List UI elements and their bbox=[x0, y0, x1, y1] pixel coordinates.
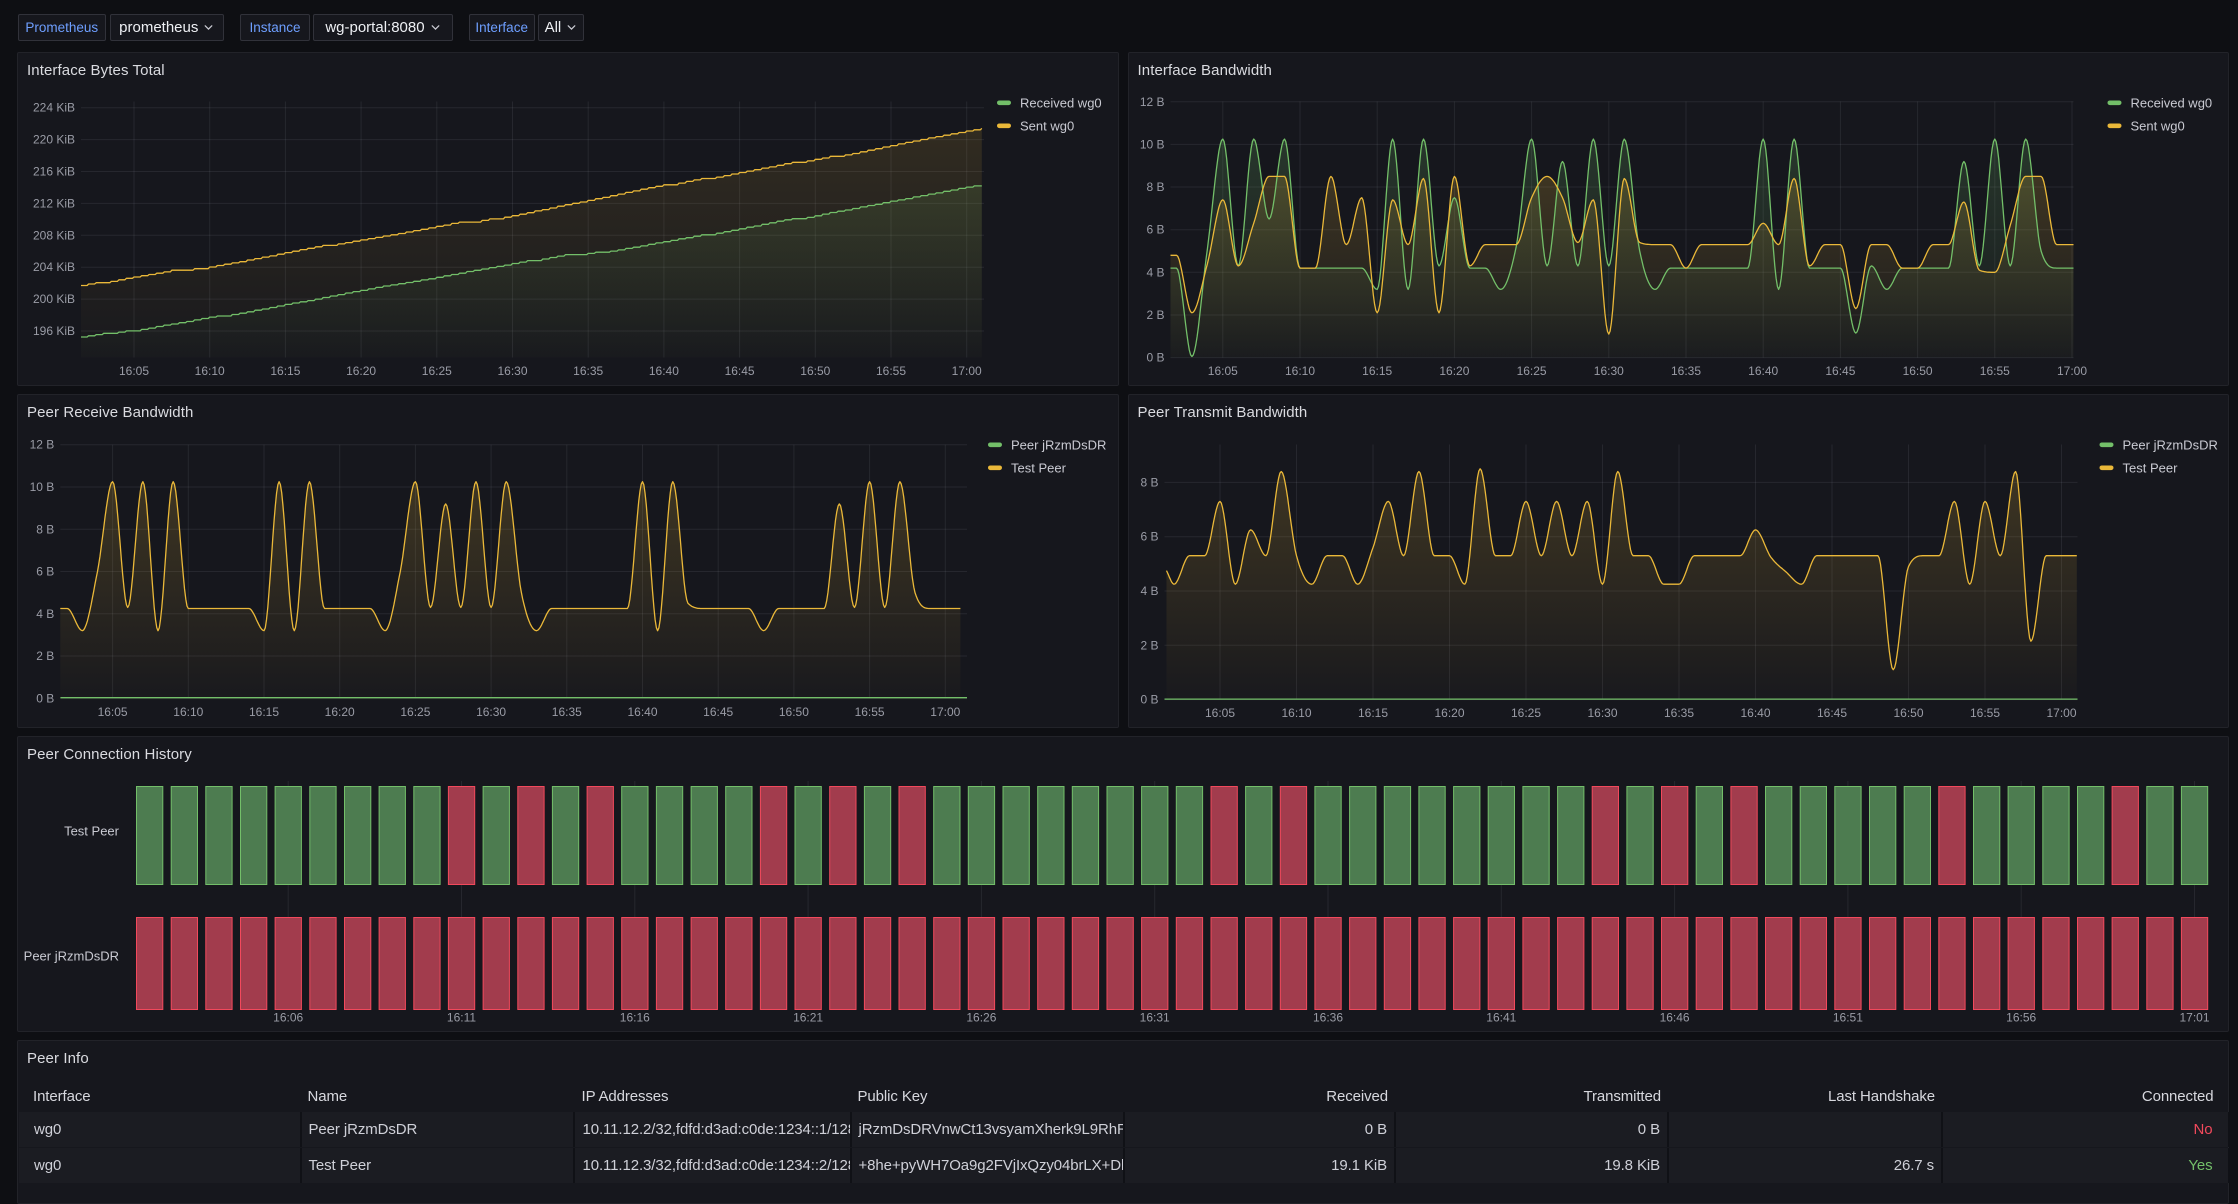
svg-text:2 B: 2 B bbox=[36, 649, 54, 663]
svg-text:16:15: 16:15 bbox=[1362, 364, 1392, 378]
svg-text:Sent wg0: Sent wg0 bbox=[1020, 119, 1074, 134]
svg-text:0 B: 0 B bbox=[36, 691, 54, 705]
svg-text:16:30: 16:30 bbox=[497, 364, 527, 378]
svg-text:16:45: 16:45 bbox=[1825, 364, 1855, 378]
svg-text:17:00: 17:00 bbox=[952, 364, 982, 378]
svg-text:16:16: 16:16 bbox=[620, 1011, 650, 1025]
svg-text:16:25: 16:25 bbox=[422, 364, 452, 378]
svg-text:200 KiB: 200 KiB bbox=[33, 292, 75, 306]
svg-text:Test Peer: Test Peer bbox=[1011, 461, 1067, 476]
svg-text:208 KiB: 208 KiB bbox=[33, 228, 75, 242]
svg-text:17:01: 17:01 bbox=[2179, 1011, 2209, 1025]
svg-text:16:35: 16:35 bbox=[1670, 364, 1700, 378]
svg-text:8 B: 8 B bbox=[1140, 475, 1158, 489]
svg-text:16:20: 16:20 bbox=[1439, 364, 1469, 378]
svg-text:16:55: 16:55 bbox=[1969, 706, 1999, 720]
svg-text:6 B: 6 B bbox=[1146, 223, 1164, 237]
svg-text:16:05: 16:05 bbox=[98, 705, 128, 719]
svg-text:16:40: 16:40 bbox=[1740, 706, 1770, 720]
svg-text:16:20: 16:20 bbox=[325, 705, 355, 719]
svg-text:16:50: 16:50 bbox=[1893, 706, 1923, 720]
svg-text:16:10: 16:10 bbox=[1281, 706, 1311, 720]
svg-text:16:45: 16:45 bbox=[725, 364, 755, 378]
svg-text:16:11: 16:11 bbox=[447, 1011, 476, 1025]
svg-text:16:40: 16:40 bbox=[649, 364, 679, 378]
svg-text:196 KiB: 196 KiB bbox=[33, 324, 75, 338]
svg-text:Sent wg0: Sent wg0 bbox=[2130, 119, 2184, 134]
svg-text:Received wg0: Received wg0 bbox=[1020, 96, 1102, 111]
svg-text:16:30: 16:30 bbox=[1587, 706, 1617, 720]
svg-text:Peer jRzmDsDR: Peer jRzmDsDR bbox=[2122, 438, 2217, 453]
svg-text:16:55: 16:55 bbox=[1979, 364, 2009, 378]
svg-text:16:50: 16:50 bbox=[1902, 364, 1932, 378]
svg-text:16:56: 16:56 bbox=[2006, 1011, 2036, 1025]
svg-text:212 KiB: 212 KiB bbox=[33, 196, 75, 210]
svg-text:17:00: 17:00 bbox=[2056, 364, 2086, 378]
svg-text:Test Peer: Test Peer bbox=[2122, 461, 2178, 476]
svg-text:16:26: 16:26 bbox=[966, 1011, 996, 1025]
svg-text:16:51: 16:51 bbox=[1833, 1011, 1863, 1025]
svg-text:2 B: 2 B bbox=[1146, 308, 1164, 322]
svg-text:16:06: 16:06 bbox=[273, 1011, 303, 1025]
svg-text:16:05: 16:05 bbox=[1204, 706, 1234, 720]
svg-text:16:20: 16:20 bbox=[346, 364, 376, 378]
svg-text:6 B: 6 B bbox=[36, 565, 54, 579]
svg-text:224 KiB: 224 KiB bbox=[33, 101, 75, 115]
svg-text:Received wg0: Received wg0 bbox=[2130, 96, 2212, 111]
svg-text:16:40: 16:40 bbox=[627, 705, 657, 719]
svg-text:216 KiB: 216 KiB bbox=[33, 165, 75, 179]
svg-text:16:30: 16:30 bbox=[476, 705, 506, 719]
svg-text:16:05: 16:05 bbox=[119, 364, 149, 378]
svg-text:Peer jRzmDsDR: Peer jRzmDsDR bbox=[1011, 438, 1106, 453]
svg-text:16:35: 16:35 bbox=[1663, 706, 1693, 720]
svg-text:16:35: 16:35 bbox=[573, 364, 603, 378]
svg-text:8 B: 8 B bbox=[36, 522, 54, 536]
svg-text:16:15: 16:15 bbox=[270, 364, 300, 378]
svg-text:10 B: 10 B bbox=[1139, 137, 1164, 151]
svg-text:0 B: 0 B bbox=[1140, 693, 1158, 707]
svg-text:16:31: 16:31 bbox=[1140, 1011, 1170, 1025]
svg-text:16:10: 16:10 bbox=[173, 705, 203, 719]
svg-text:16:55: 16:55 bbox=[876, 364, 906, 378]
svg-text:16:46: 16:46 bbox=[1660, 1011, 1690, 1025]
svg-text:4 B: 4 B bbox=[1146, 265, 1164, 279]
svg-text:16:36: 16:36 bbox=[1313, 1011, 1343, 1025]
svg-text:16:20: 16:20 bbox=[1434, 706, 1464, 720]
svg-text:16:15: 16:15 bbox=[1357, 706, 1387, 720]
svg-text:220 KiB: 220 KiB bbox=[33, 133, 75, 147]
svg-text:Test Peer: Test Peer bbox=[64, 824, 120, 839]
svg-text:17:00: 17:00 bbox=[2046, 706, 2076, 720]
svg-text:16:35: 16:35 bbox=[552, 705, 582, 719]
svg-text:16:25: 16:25 bbox=[400, 705, 430, 719]
svg-text:17:00: 17:00 bbox=[930, 705, 960, 719]
svg-text:Peer jRzmDsDR: Peer jRzmDsDR bbox=[24, 949, 119, 964]
svg-text:16:25: 16:25 bbox=[1516, 364, 1546, 378]
svg-text:16:50: 16:50 bbox=[800, 364, 830, 378]
svg-text:10 B: 10 B bbox=[30, 480, 55, 494]
svg-text:2 B: 2 B bbox=[1140, 638, 1158, 652]
svg-text:4 B: 4 B bbox=[36, 607, 54, 621]
svg-text:16:41: 16:41 bbox=[1486, 1011, 1516, 1025]
svg-text:16:40: 16:40 bbox=[1748, 364, 1778, 378]
svg-text:204 KiB: 204 KiB bbox=[33, 260, 75, 274]
svg-text:8 B: 8 B bbox=[1146, 180, 1164, 194]
svg-text:16:45: 16:45 bbox=[703, 705, 733, 719]
svg-text:4 B: 4 B bbox=[1140, 584, 1158, 598]
svg-text:16:30: 16:30 bbox=[1593, 364, 1623, 378]
svg-text:16:10: 16:10 bbox=[195, 364, 225, 378]
svg-text:16:45: 16:45 bbox=[1816, 706, 1846, 720]
svg-text:16:25: 16:25 bbox=[1510, 706, 1540, 720]
svg-text:16:55: 16:55 bbox=[855, 705, 885, 719]
svg-text:12 B: 12 B bbox=[30, 438, 55, 452]
svg-text:16:10: 16:10 bbox=[1284, 364, 1314, 378]
svg-text:6 B: 6 B bbox=[1140, 530, 1158, 544]
svg-text:16:15: 16:15 bbox=[249, 705, 279, 719]
svg-text:16:21: 16:21 bbox=[793, 1011, 823, 1025]
svg-text:16:05: 16:05 bbox=[1207, 364, 1237, 378]
svg-text:12 B: 12 B bbox=[1139, 95, 1164, 109]
svg-text:16:50: 16:50 bbox=[779, 705, 809, 719]
svg-text:0 B: 0 B bbox=[1146, 351, 1164, 365]
